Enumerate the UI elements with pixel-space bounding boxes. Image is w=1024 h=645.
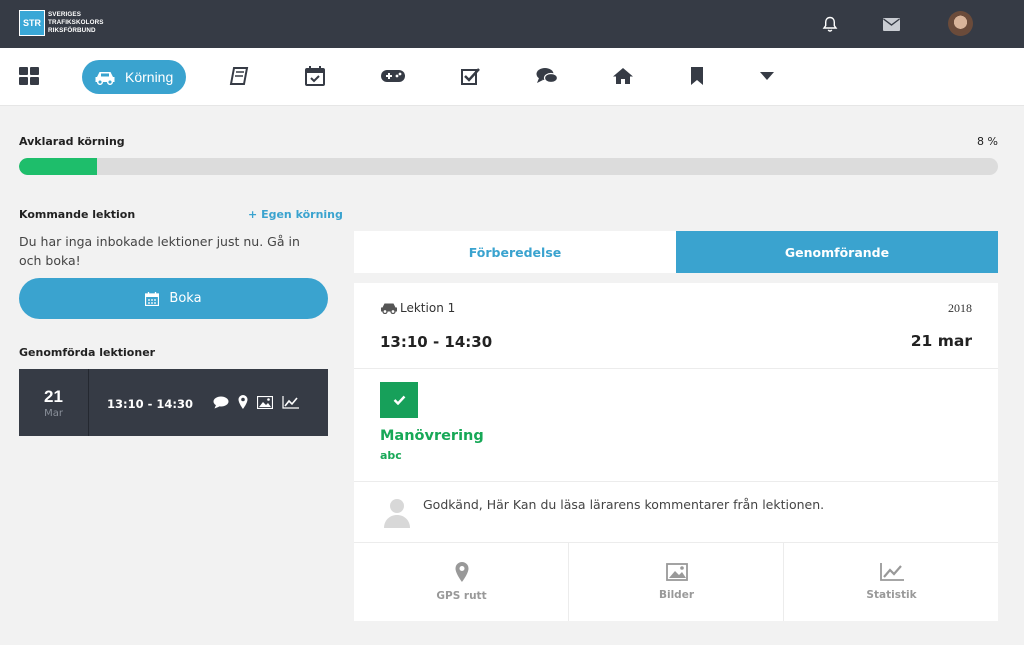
completed-lesson-card[interactable]: 21 Mar 13:10 - 14:30 <box>19 369 328 436</box>
top-bar: STR SVERIGES TRAFIKSKOLORS RIKSFÖRBUND <box>0 0 1024 48</box>
home-icon[interactable] <box>611 64 635 88</box>
upcoming-title: Kommande lektion <box>19 208 136 221</box>
statistics-button[interactable]: Statistik <box>784 542 999 621</box>
lesson-day: 21 <box>44 386 63 406</box>
teacher-comment: Godkänd, Här Kan du läsa lärarens kommen… <box>423 497 825 512</box>
teacher-avatar-icon <box>381 496 413 528</box>
gps-route-button[interactable]: GPS rutt <box>354 542 569 621</box>
own-drive-label: Egen körning <box>261 208 343 221</box>
progress-fill <box>19 158 98 175</box>
logo-text: SVERIGES TRAFIKSKOLORS RIKSFÖRBUND <box>48 11 104 35</box>
divider <box>354 368 998 369</box>
car-icon <box>95 71 115 85</box>
no-lessons-text: Du har inga inbokade lektioner just nu. … <box>19 234 300 268</box>
checklist-icon[interactable] <box>459 64 483 88</box>
main-nav: Körning <box>0 48 1024 106</box>
own-drive-link[interactable]: + Egen körning <box>248 208 343 221</box>
lesson-icons <box>213 395 299 409</box>
lesson-month: Mar <box>44 407 63 419</box>
chat-icon[interactable] <box>535 64 559 88</box>
bookmark-icon[interactable] <box>685 64 709 88</box>
logo-line-1: SVERIGES <box>48 11 81 18</box>
lesson-time-detail: 13:10 - 14:30 <box>380 333 493 351</box>
progress-percent: 8 % <box>977 135 998 148</box>
calendar-icon[interactable] <box>303 64 327 88</box>
bell-icon[interactable] <box>820 14 840 34</box>
dashboard-icon[interactable] <box>17 64 41 88</box>
lesson-heading: Lektion 1 <box>380 301 455 315</box>
logo-mark: STR <box>19 10 45 36</box>
nav-korning-label: Körning <box>125 69 174 85</box>
book-button[interactable]: Boka <box>19 278 328 319</box>
images-button[interactable]: Bilder <box>569 542 784 621</box>
skill-note: abc <box>380 449 402 462</box>
check-icon <box>393 395 405 405</box>
completed-check <box>380 382 418 418</box>
tab-genomforande[interactable]: Genomförande <box>676 231 998 273</box>
tab-forberedelse[interactable]: Förberedelse <box>354 231 676 273</box>
comment-icon <box>213 396 229 408</box>
envelope-icon[interactable] <box>881 14 901 34</box>
map-pin-icon <box>455 561 468 582</box>
gps-route-label: GPS rutt <box>436 589 487 602</box>
user-avatar[interactable] <box>948 11 973 36</box>
logo-line-3: RIKSFÖRBUND <box>48 27 96 34</box>
lesson-detail-panel: Lektion 1 2018 13:10 - 14:30 21 mar Manö… <box>354 283 998 621</box>
logo[interactable]: STR SVERIGES TRAFIKSKOLORS RIKSFÖRBUND <box>19 10 104 36</box>
nav-korning[interactable]: Körning <box>82 60 186 94</box>
caret-down-icon[interactable] <box>755 64 779 88</box>
lesson-date-detail: 21 mar <box>910 332 972 350</box>
images-label: Bilder <box>658 588 695 601</box>
map-pin-icon <box>238 395 248 409</box>
book-button-label: Boka <box>169 291 202 306</box>
calendar-icon <box>145 291 160 306</box>
logo-line-2: TRAFIKSKOLORS <box>48 19 104 26</box>
car-icon <box>381 303 397 314</box>
lesson-tabs: Förberedelse Genomförande <box>354 231 998 273</box>
lesson-label: Lektion 1 <box>400 301 456 315</box>
image-icon <box>665 562 688 581</box>
divider <box>354 481 998 482</box>
image-icon <box>257 395 273 409</box>
chart-icon <box>282 395 299 409</box>
skill-name: Manövrering <box>380 428 484 444</box>
statistics-label: Statistik <box>866 588 917 601</box>
progress-label: Avklarad körning <box>19 135 125 148</box>
progress-bar <box>19 158 998 175</box>
lesson-time: 13:10 - 14:30 <box>107 397 193 411</box>
chart-icon <box>879 562 904 581</box>
completed-title: Genomförda lektioner <box>19 346 156 359</box>
plus-icon: + <box>248 208 258 221</box>
lesson-date: 21 Mar <box>19 369 89 436</box>
gamepad-icon[interactable] <box>381 64 405 88</box>
lesson-year: 2018 <box>948 301 972 315</box>
book-icon[interactable] <box>227 64 251 88</box>
